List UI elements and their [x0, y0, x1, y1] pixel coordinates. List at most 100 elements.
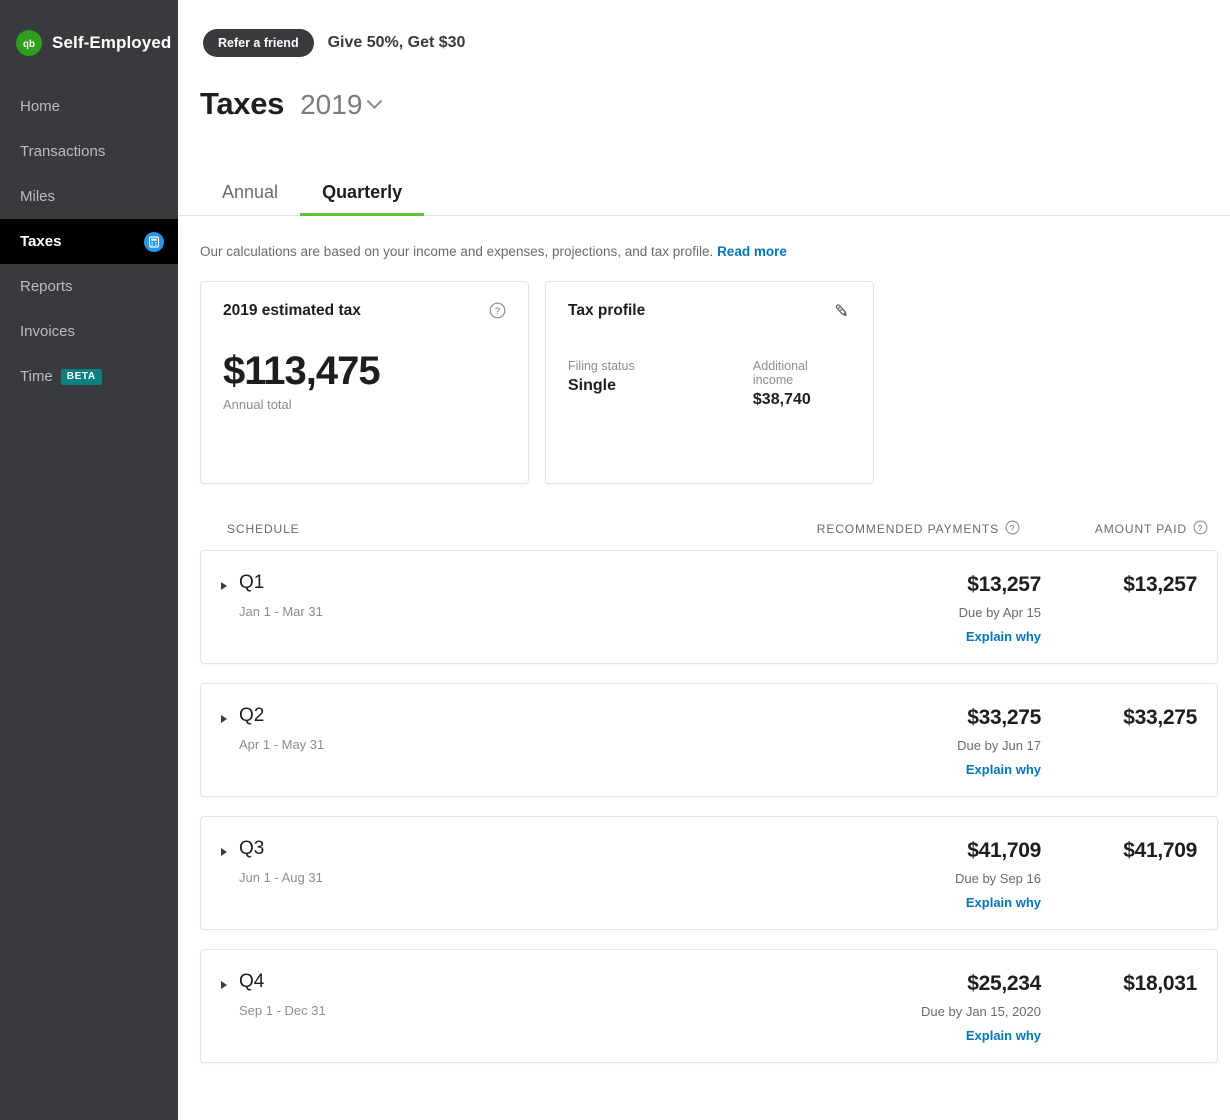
page-header: Taxes 2019	[178, 64, 1230, 122]
beta-badge: BETA	[61, 369, 102, 385]
sidebar-item-label: Home	[20, 98, 60, 115]
tab-annual[interactable]: Annual	[200, 182, 300, 215]
estimated-tax-sublabel: Annual total	[223, 397, 506, 412]
tax-profile-card-header: Tax profile	[568, 302, 851, 325]
quarter-date-range: Sep 1 - Dec 31	[239, 1003, 326, 1018]
quarter-date-range: Jun 1 - Aug 31	[239, 870, 323, 885]
explain-why-link[interactable]: Explain why	[966, 1028, 1041, 1043]
filing-status-value: Single	[568, 377, 753, 395]
column-header-recommended-payments: RECOMMENDED PAYMENTS ?	[650, 520, 1020, 538]
filing-status-label: Filing status	[568, 359, 753, 373]
pencil-icon[interactable]	[833, 302, 851, 325]
sidebar-item-reports[interactable]: Reports	[0, 264, 178, 309]
tax-profile-fields: Filing status Single Additional income $…	[568, 359, 851, 409]
sidebar-item-label: Reports	[20, 278, 73, 295]
expand-caret-icon[interactable]	[221, 848, 227, 856]
read-more-link[interactable]: Read more	[717, 244, 787, 259]
amount-paid: $41,709	[1041, 839, 1197, 862]
quarter-date-range: Jan 1 - Mar 31	[239, 604, 323, 619]
svg-text:?: ?	[495, 306, 500, 317]
svg-text:?: ?	[1010, 523, 1015, 533]
sidebar-item-time[interactable]: Time BETA	[0, 354, 178, 399]
sidebar-item-transactions[interactable]: Transactions	[0, 129, 178, 174]
table-row[interactable]: Q4 Sep 1 - Dec 31 $25,234 Due by Jan 15,…	[200, 949, 1218, 1063]
recommended-amount: $33,275	[671, 706, 1041, 729]
sidebar-item-taxes[interactable]: Taxes	[0, 219, 178, 264]
help-circle-icon[interactable]: ?	[1193, 520, 1208, 538]
tax-profile-field: Additional income $38,740	[753, 359, 851, 409]
row-amount-paid-cell: $41,709	[1041, 839, 1207, 862]
expand-caret-icon[interactable]	[221, 981, 227, 989]
estimated-tax-title: 2019 estimated tax	[223, 302, 361, 320]
column-header-schedule: SCHEDULE	[200, 522, 650, 536]
sidebar-item-label: Taxes	[20, 233, 61, 250]
tab-quarterly[interactable]: Quarterly	[300, 182, 424, 215]
estimated-tax-card-header: 2019 estimated tax ?	[223, 302, 506, 324]
topbar: Refer a friend Give 50%, Get $30	[178, 0, 1230, 64]
table-row[interactable]: Q3 Jun 1 - Aug 31 $41,709 Due by Sep 16 …	[200, 816, 1218, 930]
table-row[interactable]: Q2 Apr 1 - May 31 $33,275 Due by Jun 17 …	[200, 683, 1218, 797]
expand-caret-icon[interactable]	[221, 582, 227, 590]
sidebar-item-label: Invoices	[20, 323, 75, 340]
sidebar: qb Self-Employed Home Transactions Miles…	[0, 0, 178, 1120]
row-recommended-cell: $41,709 Due by Sep 16 Explain why	[671, 839, 1041, 912]
sidebar-item-label: Transactions	[20, 143, 105, 160]
due-date: Due by Sep 16	[671, 871, 1041, 886]
row-schedule-cell: Q4 Sep 1 - Dec 31	[221, 972, 671, 1018]
explain-why-link[interactable]: Explain why	[966, 762, 1041, 777]
due-date: Due by Jun 17	[671, 738, 1041, 753]
expand-caret-icon[interactable]	[221, 715, 227, 723]
explain-why-link[interactable]: Explain why	[966, 629, 1041, 644]
page-title: Taxes	[200, 86, 284, 122]
brand-name: Self-Employed	[52, 33, 171, 53]
year-selector[interactable]: 2019	[300, 89, 380, 121]
tax-profile-title: Tax profile	[568, 302, 645, 320]
chevron-down-icon	[367, 93, 383, 109]
row-recommended-cell: $25,234 Due by Jan 15, 2020 Explain why	[671, 972, 1041, 1045]
sidebar-item-label: Miles	[20, 188, 55, 205]
recommended-amount: $13,257	[671, 573, 1041, 596]
brand: qb Self-Employed	[0, 0, 178, 62]
quarter-date-range: Apr 1 - May 31	[239, 737, 324, 752]
row-amount-paid-cell: $18,031	[1041, 972, 1207, 995]
quarter-label: Q4	[239, 972, 326, 993]
sidebar-nav: Home Transactions Miles Taxes	[0, 84, 178, 399]
year-value: 2019	[300, 89, 362, 121]
table-row[interactable]: Q1 Jan 1 - Mar 31 $13,257 Due by Apr 15 …	[200, 550, 1218, 664]
additional-income-value: $38,740	[753, 391, 851, 409]
sidebar-item-invoices[interactable]: Invoices	[0, 309, 178, 354]
column-header-amount-paid: AMOUNT PAID ?	[1020, 520, 1218, 538]
summary-cards: 2019 estimated tax ? $113,475 Annual tot…	[178, 259, 1230, 484]
calculations-note: Our calculations are based on your incom…	[178, 216, 1230, 259]
svg-text:?: ?	[1198, 523, 1203, 533]
row-schedule-cell: Q2 Apr 1 - May 31	[221, 706, 671, 752]
amount-paid: $18,031	[1041, 972, 1197, 995]
quarter-label: Q1	[239, 573, 323, 594]
amount-paid: $33,275	[1041, 706, 1197, 729]
recommended-amount: $25,234	[671, 972, 1041, 995]
svg-text:qb: qb	[23, 39, 35, 50]
schedule-table-header: SCHEDULE RECOMMENDED PAYMENTS ? AMOUNT P…	[178, 484, 1230, 538]
row-schedule-cell: Q1 Jan 1 - Mar 31	[221, 573, 671, 619]
sidebar-item-home[interactable]: Home	[0, 84, 178, 129]
due-date: Due by Apr 15	[671, 605, 1041, 620]
row-recommended-cell: $33,275 Due by Jun 17 Explain why	[671, 706, 1041, 779]
additional-income-label: Additional income	[753, 359, 851, 387]
schedule-rows: Q1 Jan 1 - Mar 31 $13,257 Due by Apr 15 …	[178, 538, 1230, 1063]
main-content: Refer a friend Give 50%, Get $30 Taxes 2…	[178, 0, 1230, 1120]
sidebar-item-label: Time	[20, 368, 53, 385]
tab-bar: Annual Quarterly	[178, 164, 1230, 216]
sidebar-item-miles[interactable]: Miles	[0, 174, 178, 219]
column-header-amount-paid-label: AMOUNT PAID	[1095, 522, 1187, 536]
row-amount-paid-cell: $33,275	[1041, 706, 1207, 729]
explain-why-link[interactable]: Explain why	[966, 895, 1041, 910]
tax-profile-card: Tax profile F	[545, 281, 874, 484]
recommended-amount: $41,709	[671, 839, 1041, 862]
quarter-label: Q2	[239, 706, 324, 727]
help-circle-icon[interactable]: ?	[1005, 520, 1020, 538]
estimated-tax-amount: $113,475	[223, 350, 506, 392]
app-root: qb Self-Employed Home Transactions Miles…	[0, 0, 1230, 1120]
row-recommended-cell: $13,257 Due by Apr 15 Explain why	[671, 573, 1041, 646]
help-circle-icon[interactable]: ?	[489, 302, 506, 324]
refer-a-friend-button[interactable]: Refer a friend	[203, 29, 314, 57]
